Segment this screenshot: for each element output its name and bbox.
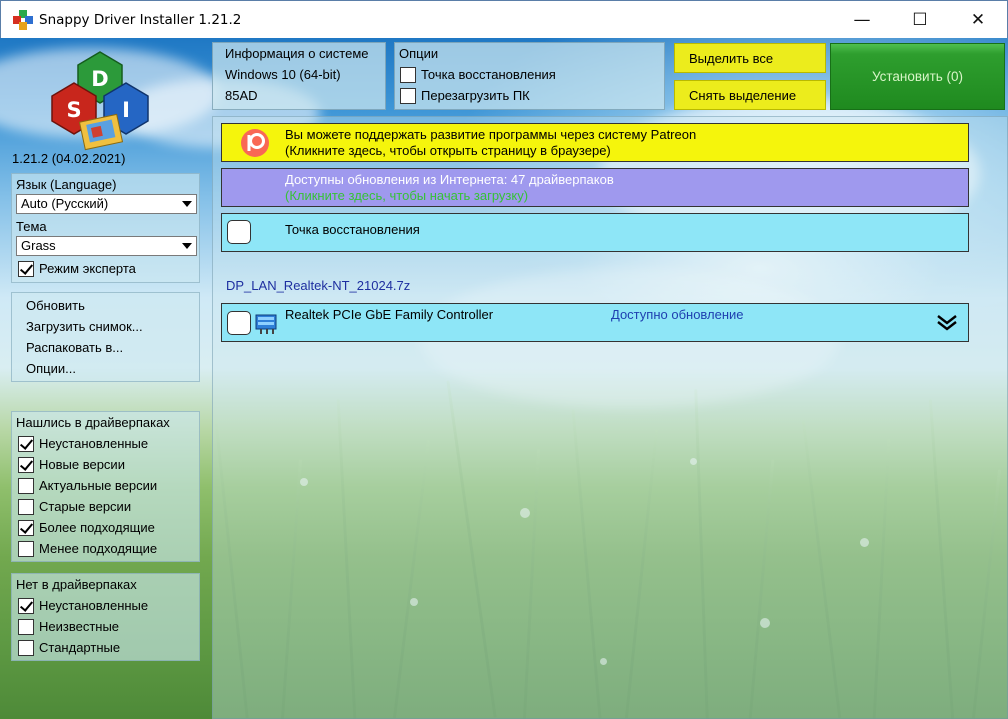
install-button[interactable]: Установить (0) bbox=[830, 43, 1005, 110]
maximize-button[interactable]: ☐ bbox=[891, 1, 949, 38]
menu-load-snapshot[interactable]: Загрузить снимок... bbox=[26, 319, 143, 334]
driverpack-name: DP_LAN_Realtek-NT_21024.7z bbox=[226, 278, 411, 293]
app-icon bbox=[13, 9, 33, 30]
found-header: Нашлись в драйверпаках bbox=[16, 415, 170, 430]
filter-new-versions-label: Новые версии bbox=[39, 457, 125, 472]
filter-nf-not-installed-checkbox[interactable] bbox=[18, 598, 34, 614]
language-value: Auto (Русский) bbox=[21, 196, 109, 211]
filter-worse-match-label: Менее подходящие bbox=[39, 541, 158, 556]
theme-label: Тема bbox=[16, 219, 47, 234]
patreon-row[interactable]: Вы можете поддержать развитие программы … bbox=[221, 123, 969, 162]
filter-current-versions-checkbox[interactable] bbox=[18, 478, 34, 494]
filter-old-versions-checkbox[interactable] bbox=[18, 499, 34, 515]
sdi-logo: D S I bbox=[50, 50, 150, 154]
filter-better-match-label: Более подходящие bbox=[39, 520, 155, 535]
filter-current-versions-label: Актуальные версии bbox=[39, 478, 158, 493]
network-adapter-icon bbox=[254, 313, 280, 335]
restore-point-option-label: Точка восстановления bbox=[421, 67, 556, 82]
notfound-header: Нет в драйверпаках bbox=[16, 577, 137, 592]
options-panel: Опции Точка восстановления Перезагрузить… bbox=[394, 42, 665, 110]
language-select[interactable]: Auto (Русский) bbox=[16, 194, 197, 214]
theme-select[interactable]: Grass bbox=[16, 236, 197, 256]
deselect-all-button[interactable]: Снять выделение bbox=[674, 80, 826, 110]
system-info-header: Информация о системе bbox=[225, 46, 369, 61]
driver-row[interactable]: Realtek PCIe GbE Family Controller Досту… bbox=[221, 303, 969, 342]
title-bar: Snappy Driver Installer 1.21.2 — ☐ ✕ bbox=[0, 0, 1008, 38]
filter-worse-match-checkbox[interactable] bbox=[18, 541, 34, 557]
updates-line2: (Кликните здесь, чтобы начать загрузку) bbox=[285, 188, 529, 203]
updates-line1: Доступны обновления из Интернета: 47 дра… bbox=[285, 172, 614, 187]
notfound-filters-panel: Нет в драйверпаках Неустановленные Неизв… bbox=[11, 573, 200, 661]
menu-panel: Обновить Загрузить снимок... Распаковать… bbox=[11, 292, 200, 382]
os-label: Windows 10 (64-bit) bbox=[225, 67, 341, 82]
close-button[interactable]: ✕ bbox=[949, 1, 1007, 38]
restore-point-row-label: Точка восстановления bbox=[285, 222, 420, 237]
logo-letter-i: I bbox=[122, 98, 130, 122]
chevron-down-icon[interactable] bbox=[178, 237, 196, 255]
chevron-down-icon[interactable] bbox=[178, 195, 196, 213]
restore-point-row[interactable]: Точка восстановления bbox=[221, 213, 969, 252]
updates-row[interactable]: Доступны обновления из Интернета: 47 дра… bbox=[221, 168, 969, 207]
window-title: Snappy Driver Installer 1.21.2 bbox=[39, 11, 242, 28]
filter-nf-not-installed-label: Неустановленные bbox=[39, 598, 149, 613]
expert-mode-checkbox[interactable] bbox=[18, 261, 34, 277]
restore-point-option-checkbox[interactable] bbox=[400, 67, 416, 83]
patreon-line1: Вы можете поддержать развитие программы … bbox=[285, 127, 697, 142]
patreon-line2: (Кликните здесь, чтобы открыть страницу … bbox=[285, 143, 611, 158]
language-label: Язык (Language) bbox=[16, 177, 117, 192]
filter-new-versions-checkbox[interactable] bbox=[18, 457, 34, 473]
driver-status: Доступно обновление bbox=[611, 307, 744, 322]
filter-not-installed-label: Неустановленные bbox=[39, 436, 149, 451]
patreon-icon bbox=[240, 128, 270, 158]
expand-chevron-icon[interactable] bbox=[936, 314, 958, 332]
reboot-option-label: Перезагрузить ПК bbox=[421, 88, 530, 103]
restore-point-row-checkbox[interactable] bbox=[227, 220, 251, 244]
settings-panel: Язык (Language) Auto (Русский) Тема Gras… bbox=[11, 173, 200, 283]
filter-unknown-label: Неизвестные bbox=[39, 619, 120, 634]
client-area: D S I 1.21.2 (04.02.2021) Язык (Language… bbox=[0, 38, 1008, 719]
filter-old-versions-label: Старые версии bbox=[39, 499, 132, 514]
driver-name: Realtek PCIe GbE Family Controller bbox=[285, 307, 494, 322]
minimize-button[interactable]: — bbox=[833, 1, 891, 38]
select-all-button[interactable]: Выделить все bbox=[674, 43, 826, 73]
found-filters-panel: Нашлись в драйверпаках Неустановленные Н… bbox=[11, 411, 200, 562]
filter-standard-label: Стандартные bbox=[39, 640, 121, 655]
system-info-panel: Информация о системе Windows 10 (64-bit)… bbox=[212, 42, 386, 110]
filter-standard-checkbox[interactable] bbox=[18, 640, 34, 656]
menu-options[interactable]: Опции... bbox=[26, 361, 76, 376]
reboot-option-checkbox[interactable] bbox=[400, 88, 416, 104]
filter-better-match-checkbox[interactable] bbox=[18, 520, 34, 536]
system-code: 85AD bbox=[225, 88, 258, 103]
theme-value: Grass bbox=[21, 238, 56, 253]
menu-refresh[interactable]: Обновить bbox=[26, 298, 85, 313]
logo-letter-s: S bbox=[66, 98, 81, 122]
driver-row-checkbox[interactable] bbox=[227, 311, 251, 335]
version-label: 1.21.2 (04.02.2021) bbox=[12, 151, 126, 166]
filter-not-installed-checkbox[interactable] bbox=[18, 436, 34, 452]
menu-extract-to[interactable]: Распаковать в... bbox=[26, 340, 123, 355]
options-header: Опции bbox=[399, 46, 439, 61]
logo-letter-d: D bbox=[91, 67, 108, 91]
expert-mode-label: Режим эксперта bbox=[39, 261, 136, 276]
filter-unknown-checkbox[interactable] bbox=[18, 619, 34, 635]
